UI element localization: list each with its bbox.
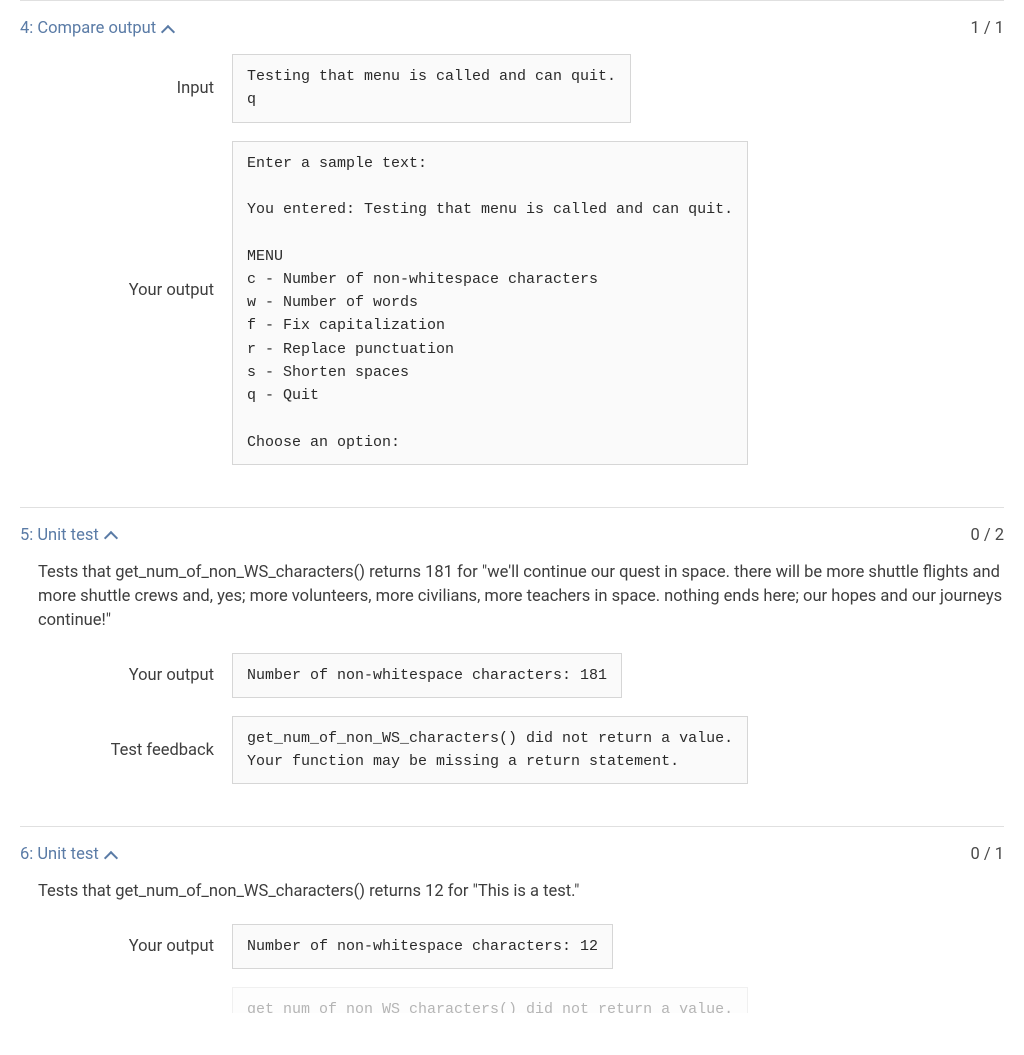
code-box-output: Enter a sample text: You entered: Testin…	[232, 141, 748, 465]
code-box-output: Number of non-whitespace characters: 12	[232, 924, 613, 969]
test-number-title: 4: Compare output	[20, 19, 156, 38]
field-label: Test feedback	[38, 741, 232, 760]
field-row-test-feedback: Test feedback get_num_of_non_WS_characte…	[38, 716, 1004, 785]
field-row-your-output: Your output Number of non-whitespace cha…	[38, 924, 1004, 969]
test-score: 0 / 1	[970, 845, 1004, 864]
field-label: Your output	[38, 937, 232, 956]
field-label: Your output	[38, 141, 232, 300]
test-section: 4: Compare output 1 / 1 Input Testing th…	[20, 0, 1004, 507]
code-box-feedback-cutoff: get_num_of_non_WS_characters() did not r…	[232, 987, 748, 1013]
test-body: Input Testing that menu is called and ca…	[20, 54, 1004, 465]
test-title-toggle[interactable]: 4: Compare output	[20, 19, 172, 38]
test-description: Tests that get_num_of_non_WS_characters(…	[38, 561, 1004, 633]
test-score: 1 / 1	[970, 19, 1004, 38]
chevron-up-icon	[105, 530, 115, 540]
code-box-feedback: get_num_of_non_WS_characters() did not r…	[232, 716, 748, 785]
chevron-up-icon	[162, 24, 172, 34]
test-header: 6: Unit test 0 / 1	[20, 845, 1004, 864]
test-section: 6: Unit test 0 / 1 Tests that get_num_of…	[20, 826, 1004, 1055]
field-label: Input	[38, 79, 232, 98]
test-number-title: 5: Unit test	[20, 526, 99, 545]
test-description: Tests that get_num_of_non_WS_characters(…	[38, 880, 1004, 904]
test-body: Tests that get_num_of_non_WS_characters(…	[20, 880, 1004, 1013]
field-row-input: Input Testing that menu is called and ca…	[38, 54, 1004, 123]
test-body: Tests that get_num_of_non_WS_characters(…	[20, 561, 1004, 785]
test-score: 0 / 2	[970, 526, 1004, 545]
field-row-your-output: Your output Number of non-whitespace cha…	[38, 653, 1004, 698]
field-label: Your output	[38, 666, 232, 685]
code-box-input: Testing that menu is called and can quit…	[232, 54, 631, 123]
test-header: 4: Compare output 1 / 1	[20, 19, 1004, 38]
field-row-your-output: Your output Enter a sample text: You ent…	[38, 141, 1004, 465]
test-number-title: 6: Unit test	[20, 845, 99, 864]
test-results-container: 4: Compare output 1 / 1 Input Testing th…	[20, 0, 1004, 1055]
test-section: 5: Unit test 0 / 2 Tests that get_num_of…	[20, 507, 1004, 827]
chevron-up-icon	[105, 850, 115, 860]
test-title-toggle[interactable]: 6: Unit test	[20, 845, 115, 864]
code-box-output: Number of non-whitespace characters: 181	[232, 653, 622, 698]
test-title-toggle[interactable]: 5: Unit test	[20, 526, 115, 545]
test-header: 5: Unit test 0 / 2	[20, 526, 1004, 545]
field-row-cutoff: get_num_of_non_WS_characters() did not r…	[38, 987, 1004, 1013]
